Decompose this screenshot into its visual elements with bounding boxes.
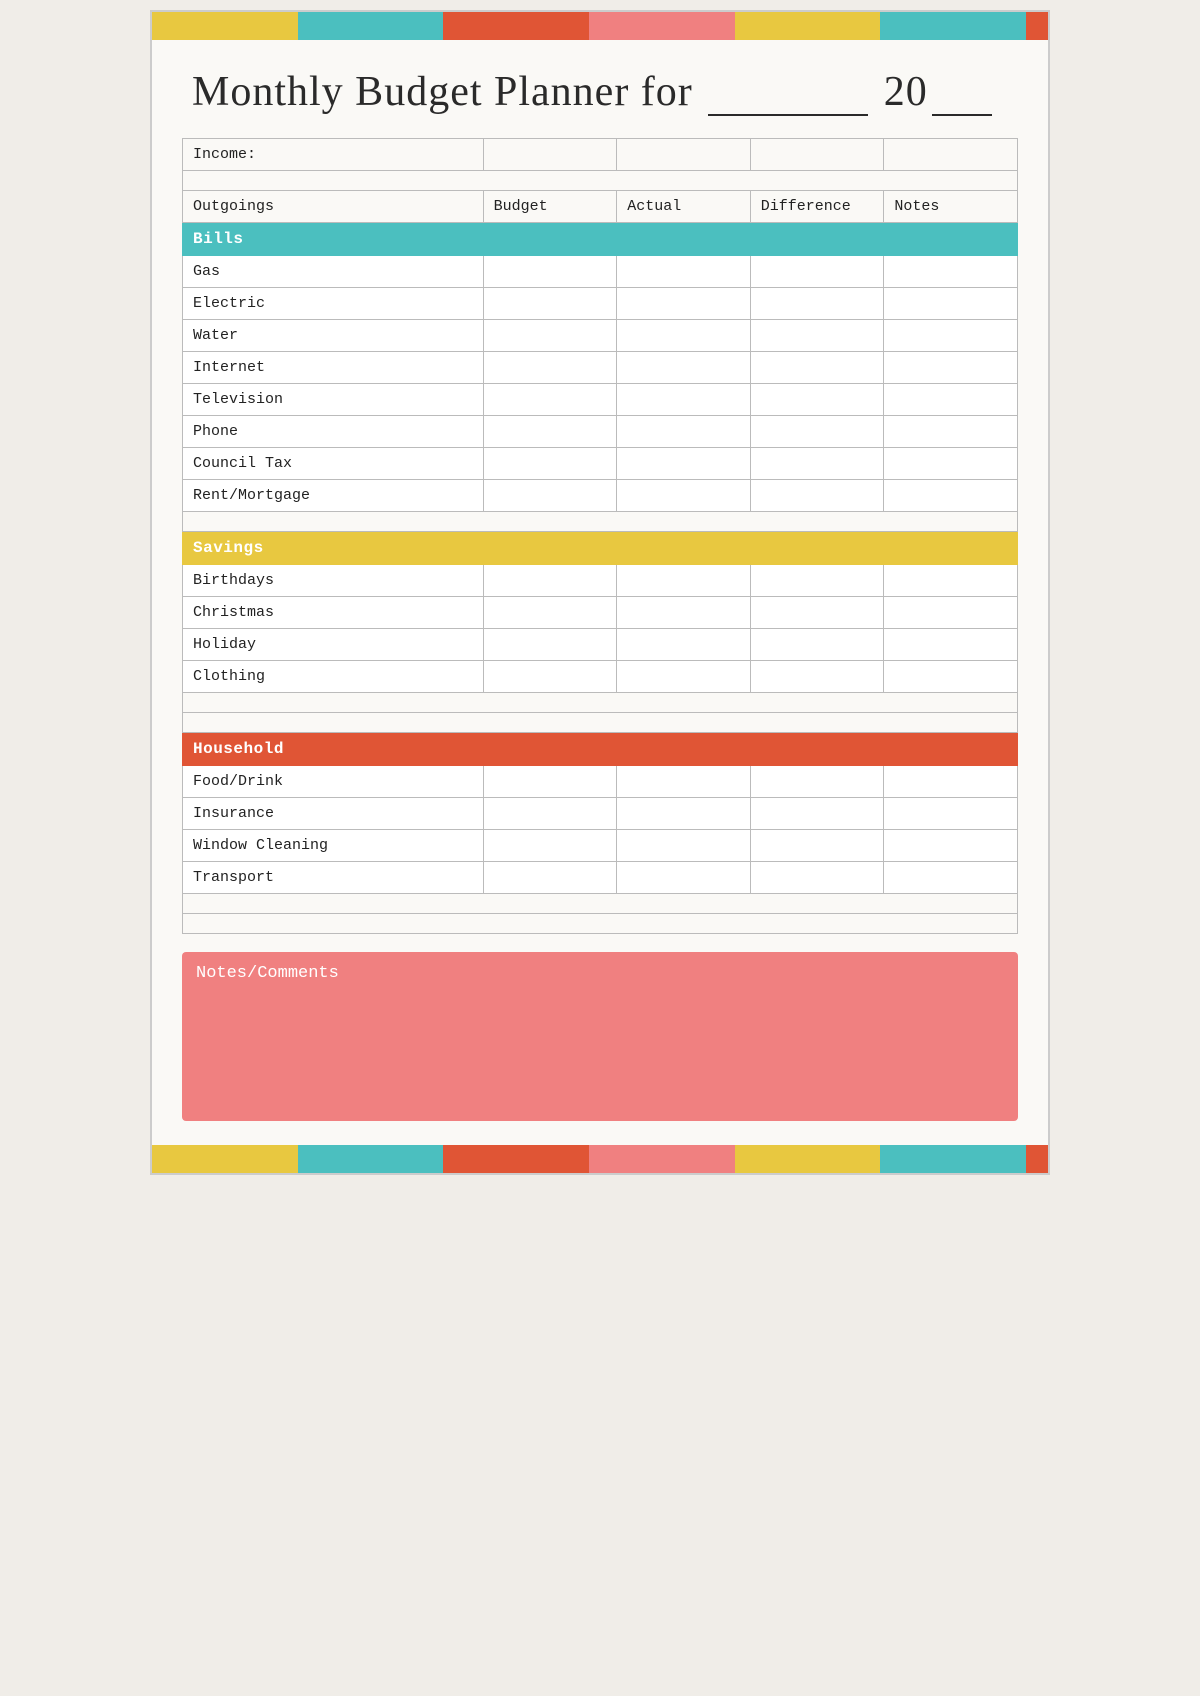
header-outgoings: Outgoings <box>183 191 484 223</box>
bar-seg-2 <box>298 12 444 40</box>
savings-header-row: Savings <box>183 532 1018 565</box>
table-row: Insurance <box>183 798 1018 830</box>
title-main: Monthly Budget Planner for <box>192 69 693 115</box>
header-actual: Actual <box>617 191 751 223</box>
income-notes <box>884 139 1018 171</box>
row-insurance: Insurance <box>183 798 484 830</box>
spacer-row-1 <box>183 171 1018 191</box>
row-gas: Gas <box>183 256 484 288</box>
title-name-line <box>708 66 868 116</box>
row-christmas: Christmas <box>183 597 484 629</box>
title-area: Monthly Budget Planner for 20 <box>152 40 1048 138</box>
spacer-row-4 <box>183 713 1018 733</box>
bot-bar-seg-3 <box>443 1145 589 1173</box>
spacer-row-5 <box>183 894 1018 914</box>
row-holiday: Holiday <box>183 629 484 661</box>
bills-label: Bills <box>183 223 1018 256</box>
row-phone: Phone <box>183 416 484 448</box>
row-food-drink: Food/Drink <box>183 766 484 798</box>
table-row: Food/Drink <box>183 766 1018 798</box>
household-header-row: Household <box>183 733 1018 766</box>
row-internet: Internet <box>183 352 484 384</box>
table-row: Water <box>183 320 1018 352</box>
row-rent-mortgage: Rent/Mortgage <box>183 480 484 512</box>
income-actual <box>617 139 751 171</box>
row-television: Television <box>183 384 484 416</box>
bar-seg-7 <box>1026 12 1048 40</box>
bot-bar-seg-5 <box>735 1145 881 1173</box>
table-row: Clothing <box>183 661 1018 693</box>
table-row: Holiday <box>183 629 1018 661</box>
table-row: Electric <box>183 288 1018 320</box>
bar-seg-1 <box>152 12 298 40</box>
page-title: Monthly Budget Planner for 20 <box>192 69 996 115</box>
row-transport: Transport <box>183 862 484 894</box>
table-row: Internet <box>183 352 1018 384</box>
household-label: Household <box>183 733 1018 766</box>
spacer-row-6 <box>183 914 1018 934</box>
table-row: Phone <box>183 416 1018 448</box>
header-budget: Budget <box>483 191 617 223</box>
row-clothing: Clothing <box>183 661 484 693</box>
bar-seg-4 <box>589 12 735 40</box>
row-water: Water <box>183 320 484 352</box>
bar-seg-3 <box>443 12 589 40</box>
bot-bar-seg-2 <box>298 1145 444 1173</box>
bottom-color-bar <box>152 1145 1048 1173</box>
spacer-row-2 <box>183 512 1018 532</box>
savings-label: Savings <box>183 532 1018 565</box>
notes-section: Notes/Comments <box>182 952 1018 1121</box>
notes-title: Notes/Comments <box>196 964 1004 983</box>
row-electric: Electric <box>183 288 484 320</box>
bot-bar-seg-1 <box>152 1145 298 1173</box>
top-color-bar <box>152 12 1048 40</box>
income-diff <box>750 139 884 171</box>
notes-content[interactable] <box>196 989 1004 1109</box>
table-row: Television <box>183 384 1018 416</box>
table-row: Transport <box>183 862 1018 894</box>
header-notes: Notes <box>884 191 1018 223</box>
income-budget <box>483 139 617 171</box>
income-row: Income: <box>183 139 1018 171</box>
spacer-row-3 <box>183 693 1018 713</box>
table-row: Birthdays <box>183 565 1018 597</box>
budget-table: Income: Outgoings Budget Actual Differen… <box>182 138 1018 934</box>
table-row: Rent/Mortgage <box>183 480 1018 512</box>
row-window-cleaning: Window Cleaning <box>183 830 484 862</box>
table-row: Window Cleaning <box>183 830 1018 862</box>
title-year-line <box>932 66 992 116</box>
header-difference: Difference <box>750 191 884 223</box>
bills-header-row: Bills <box>183 223 1018 256</box>
column-headers: Outgoings Budget Actual Difference Notes <box>183 191 1018 223</box>
bot-bar-seg-7 <box>1026 1145 1048 1173</box>
income-label: Income: <box>183 139 484 171</box>
page: Monthly Budget Planner for 20 Income: Ou… <box>150 10 1050 1175</box>
title-year-prefix: 20 <box>884 69 928 115</box>
table-row: Gas <box>183 256 1018 288</box>
bar-seg-6 <box>880 12 1026 40</box>
bot-bar-seg-6 <box>880 1145 1026 1173</box>
bot-bar-seg-4 <box>589 1145 735 1173</box>
table-row: Christmas <box>183 597 1018 629</box>
bar-seg-5 <box>735 12 881 40</box>
row-council-tax: Council Tax <box>183 448 484 480</box>
table-row: Council Tax <box>183 448 1018 480</box>
row-birthdays: Birthdays <box>183 565 484 597</box>
